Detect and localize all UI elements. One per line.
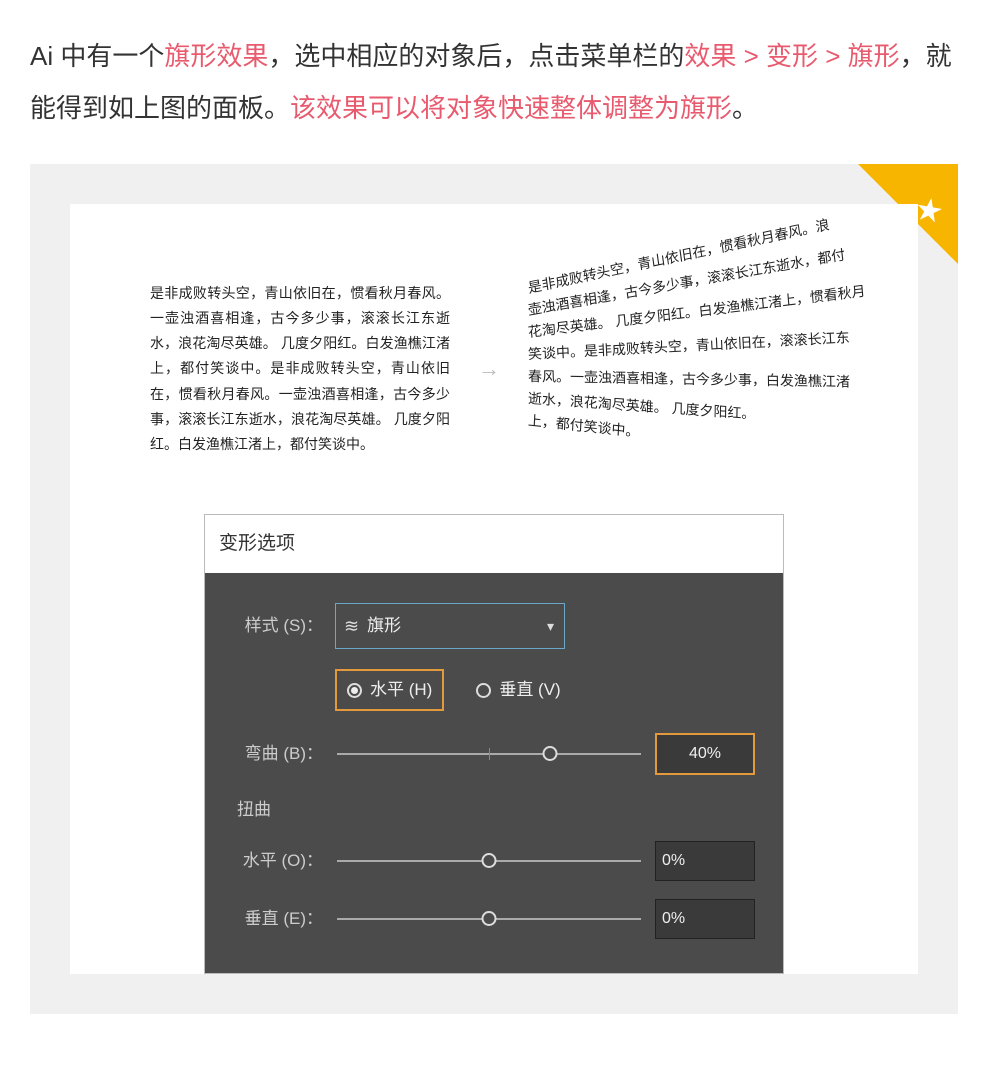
radio-horizontal[interactable]: 水平 (H) [335,669,444,711]
intro-highlight-desc: 该效果可以将对象快速整体调整为旗形 [290,93,732,123]
figure-inner: 是非成败转头空，青山依旧在，惯看秋月春风。一壶浊酒喜相逢，古今多少事，滚滚长江东… [70,204,918,974]
vdist-slider[interactable] [337,918,641,920]
radio-vertical[interactable]: 垂直 (V) [468,670,568,710]
intro-seg-4: 。 [732,93,758,123]
before-after-row: 是非成败转头空，青山依旧在，惯看秋月春风。一壶浊酒喜相逢，古今多少事，滚滚长江东… [80,244,908,514]
intro-highlight-menu-path: 效果 > 变形 > 旗形 [684,41,899,71]
hdist-row: 水平 (O)： 0% [233,841,755,881]
radio-horizontal-label: 水平 (H) [370,673,432,707]
orientation-radio-row: 水平 (H) 垂直 (V) [335,669,755,711]
radio-icon-checked [347,683,362,698]
vdist-value-input[interactable]: 0% [655,899,755,939]
warp-options-panel-wrap: 变形选项 样式 (S)： ≋ 旗形 ▾ [204,514,784,974]
hdist-slider[interactable] [337,860,641,862]
bend-row: 弯曲 (B)： 40% [233,733,755,775]
source-text-block: 是非成败转头空，青山依旧在，惯看秋月春风。一壶浊酒喜相逢，古今多少事，滚滚长江东… [150,281,450,457]
hdist-value-input[interactable]: 0% [655,841,755,881]
chevron-down-icon: ▾ [547,612,554,640]
intro-paragraph: Ai 中有一个旗形效果，选中相应的对象后，点击菜单栏的效果 > 变形 > 旗形，… [30,30,958,134]
vdist-row: 垂直 (E)： 0% [233,899,755,939]
intro-seg-2: ，选中相应的对象后，点击菜单栏的 [268,41,684,71]
style-label: 样式 (S)： [233,609,323,643]
vdist-slider-knob[interactable] [482,911,497,926]
distortion-section-label: 扭曲 [237,793,755,827]
bend-value-input[interactable]: 40% [655,733,755,775]
panel-title: 变形选项 [205,515,783,573]
bend-slider[interactable] [337,753,641,755]
bend-slider-knob[interactable] [542,746,557,761]
style-select[interactable]: ≋ 旗形 ▾ [335,603,565,649]
radio-icon [476,683,491,698]
intro-highlight-flag: 旗形效果 [164,41,268,71]
style-value: 旗形 [367,609,401,643]
style-row: 样式 (S)： ≋ 旗形 ▾ [233,603,755,649]
figure-container: ★ 是非成败转头空，青山依旧在，惯看秋月春风。一壶浊酒喜相逢，古今多少事，滚滚长… [30,164,958,1014]
hdist-slider-knob[interactable] [482,853,497,868]
vdist-label: 垂直 (E)： [233,902,323,936]
flag-warped-text: 是非成败转头空，青山依旧在，惯看秋月春风。浪 壶浊酒喜相逢，古今多少事，滚滚长江… [528,264,838,474]
radio-vertical-label: 垂直 (V) [499,673,560,707]
warp-options-panel: 变形选项 样式 (S)： ≋ 旗形 ▾ [204,514,784,974]
hdist-label: 水平 (O)： [233,844,323,878]
flag-icon: ≋ [344,608,359,644]
slider-center-tick [489,748,490,760]
bend-label: 弯曲 (B)： [233,737,323,771]
panel-body: 样式 (S)： ≋ 旗形 ▾ 水平 (H) [205,573,783,973]
intro-seg-1: Ai 中有一个 [30,41,164,71]
arrow-right-icon: → [478,347,500,391]
